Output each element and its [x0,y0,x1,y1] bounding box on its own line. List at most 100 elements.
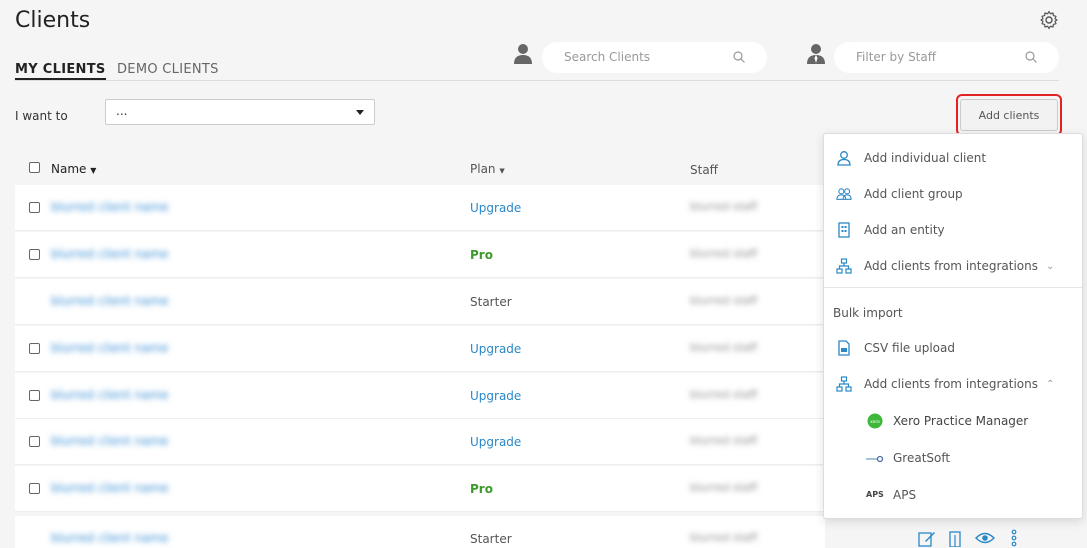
table-row[interactable]: blurred client name Upgrade blurred staff [15,373,825,419]
page-title: Clients [15,8,91,33]
filter-staff-input[interactable]: Filter by Staff [834,42,1059,73]
i-want-to-value: ... [116,104,128,118]
column-name-label: Name [51,162,87,176]
row-actions [915,528,1025,548]
plan-cell[interactable]: Upgrade [470,389,521,403]
search-clients-input[interactable]: Search Clients [542,42,767,73]
staff-cell: blurred staff [690,247,758,260]
plan-cell[interactable]: Pro [470,248,493,262]
greatsoft-logo-icon [866,455,884,463]
menu-add-clients-from-integrations[interactable]: Add clients from integrations ⌄ [824,251,1082,281]
person-icon [837,151,851,166]
row-checkbox[interactable] [29,483,40,494]
tab-my-clients[interactable]: MY CLIENTS [15,62,106,80]
building-action-icon[interactable] [947,530,965,547]
plan-cell[interactable]: Upgrade [470,201,521,215]
table-row[interactable]: blurred client name Upgrade blurred staff [15,419,825,465]
staff-cell: blurred staff [690,531,758,544]
plan-cell[interactable]: Upgrade [470,435,521,449]
client-name-link[interactable]: blurred client name [51,294,169,308]
menu-add-client-group[interactable]: Add client group [824,179,1082,209]
staff-person-icon [807,44,825,64]
client-name-link[interactable]: blurred client name [51,531,169,545]
i-want-to-select[interactable]: ... [105,99,375,125]
menu-label: CSV file upload [864,341,955,355]
staff-cell: blurred staff [690,481,758,494]
filter-staff-placeholder: Filter by Staff [856,50,937,64]
plan-cell: Starter [470,295,512,309]
row-checkbox[interactable] [29,436,40,447]
table-header: Name ▼ Plan ▼ Staff [15,152,825,183]
client-name-link[interactable]: blurred client name [51,247,169,261]
column-plan[interactable]: Plan ▼ [470,162,505,176]
table-row[interactable]: blurred client name Pro blurred staff [15,232,825,278]
column-plan-label: Plan [470,162,496,176]
group-icon [836,188,852,200]
table-row[interactable]: blurred client name Pro blurred staff [15,466,825,512]
integration-icon [836,258,852,274]
table-row[interactable]: blurred client name Upgrade blurred staff [15,326,825,372]
menu-label: Add clients from integrations [864,259,1038,273]
sort-caret-icon: ▼ [499,167,505,175]
eye-icon[interactable] [975,531,995,545]
search-placeholder: Search Clients [564,50,651,64]
plan-cell: Starter [470,532,512,546]
bulk-import-heading: Bulk import [833,306,903,320]
menu-label: Add clients from integrations [864,377,1038,391]
staff-cell: blurred staff [690,341,758,354]
gear-icon[interactable] [1039,10,1059,30]
menu-bulk-add-clients-from-integrations[interactable]: Add clients from integrations ⌃ [824,369,1082,399]
menu-add-an-entity[interactable]: Add an entity [824,215,1082,245]
plan-cell[interactable]: Upgrade [470,342,521,356]
table-row[interactable]: blurred client name Starter blurred staff [15,279,825,325]
client-name-link[interactable]: blurred client name [51,434,169,448]
row-checkbox[interactable] [29,343,40,354]
more-vertical-icon[interactable] [1011,529,1017,547]
chevron-down-icon: ⌄ [1046,261,1055,272]
client-name-link[interactable]: blurred client name [51,341,169,355]
menu-divider [824,287,1082,288]
row-checkbox[interactable] [29,249,40,260]
staff-cell: blurred staff [690,294,758,307]
tab-demo-clients[interactable]: DEMO CLIENTS [117,62,219,77]
menu-csv-file-upload[interactable]: CSV file upload [824,333,1082,363]
sort-caret-icon: ▼ [90,166,97,175]
menu-label: APS [893,488,917,502]
menu-greatsoft[interactable]: GreatSoft [862,443,1082,473]
menu-xero-practice-manager[interactable]: xero Xero Practice Manager [862,406,1082,436]
menu-aps[interactable]: APS APS [862,480,1082,510]
select-all-checkbox[interactable] [29,162,40,173]
aps-logo-icon: APS [866,490,884,499]
chevron-up-icon: ⌃ [1046,379,1055,390]
column-name[interactable]: Name ▼ [51,162,96,176]
add-clients-button[interactable]: Add clients [960,99,1058,131]
menu-label: GreatSoft [893,451,951,465]
staff-cell: blurred staff [690,200,758,213]
client-person-icon [514,44,532,64]
caret-down-icon [356,110,364,115]
xero-logo-icon: xero [867,413,883,429]
search-icon [733,51,745,63]
menu-label: Add client group [864,187,963,201]
add-clients-menu: Add individual client Add client group A… [823,133,1083,519]
menu-label: Add individual client [864,151,987,165]
menu-label: Add an entity [864,223,945,237]
table-row[interactable]: blurred client name Starter blurred staff [15,516,825,548]
plan-cell[interactable]: Pro [470,482,493,496]
staff-cell: blurred staff [690,388,758,401]
edit-icon[interactable] [918,530,936,547]
client-name-link[interactable]: blurred client name [51,200,169,214]
table-row[interactable]: blurred client name Upgrade blurred staff [15,185,825,231]
menu-add-individual-client[interactable]: Add individual client [824,143,1082,173]
menu-label: Xero Practice Manager [893,414,1029,428]
svg-text:xero: xero [870,419,880,425]
client-name-link[interactable]: blurred client name [51,388,169,402]
integration-icon [836,376,852,392]
column-staff[interactable]: Staff [690,163,718,177]
row-checkbox[interactable] [29,390,40,401]
search-icon [1025,51,1037,63]
row-checkbox[interactable] [29,202,40,213]
i-want-to-label: I want to [15,109,68,123]
building-icon [838,222,850,238]
client-name-link[interactable]: blurred client name [51,481,169,495]
